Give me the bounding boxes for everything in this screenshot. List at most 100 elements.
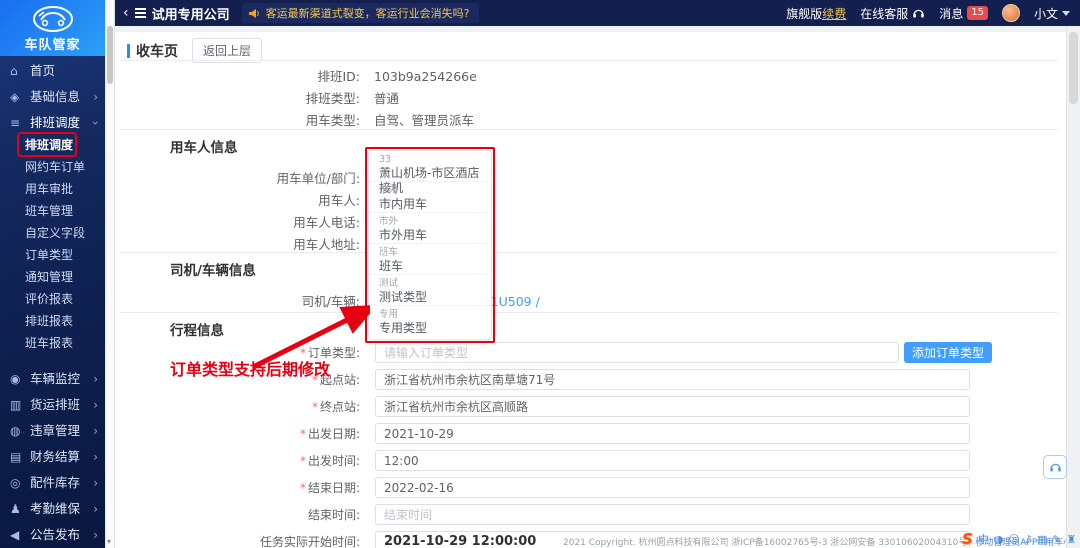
sidebar-item-vehicle-monitor[interactable]: ◉ 车辆监控 › [0, 366, 105, 392]
caret-down-icon [1062, 10, 1070, 16]
chevron-right-icon: › [93, 476, 98, 490]
depart-time-input[interactable] [375, 450, 970, 471]
sliders-icon: ≡ [10, 116, 21, 130]
depart-time-row: * 出发时间: [115, 450, 970, 471]
driver-vehicle-row: 司机/车辆: G1U509 / [301, 294, 540, 309]
sidebar-item-home[interactable]: ⌂ 首页 [0, 58, 105, 84]
chevron-right-icon: › [93, 398, 98, 412]
username: 小文 [1033, 6, 1058, 21]
submenu-item-custom-fields[interactable]: 自定义字段 [0, 222, 105, 244]
brand-name: 车队管家 [24, 38, 81, 53]
dropdown-option[interactable]: 专用 专用类型 [369, 306, 491, 337]
ime-emoji-icon[interactable]: ☺ [1008, 533, 1019, 546]
ime-handwriting-icon[interactable]: ✎ [1052, 533, 1061, 546]
submenu-item-shuttle-report[interactable]: 班车报表 [0, 332, 105, 354]
renew-link[interactable]: 续费 [822, 7, 846, 21]
dropdown-option[interactable]: 测试 测试类型 [369, 275, 491, 306]
add-order-type-button[interactable]: 添加订单类型 [904, 342, 993, 363]
schedule-id-value: 103b9a254266e [374, 69, 477, 84]
title-accent-bar [127, 43, 130, 58]
submenu-item-scheduling[interactable]: 排班调度 [0, 134, 105, 156]
chevron-right-icon: › [93, 450, 98, 464]
avatar[interactable] [1001, 4, 1020, 22]
submenu-item-order-types[interactable]: 订单类型 [0, 244, 105, 266]
online-support[interactable]: 在线客服 [860, 5, 925, 22]
sogou-logo-icon[interactable]: S [962, 530, 973, 548]
plan-label: 旗舰版 [786, 6, 823, 21]
parts-icon: ◎ [10, 476, 21, 490]
ime-skin-icon[interactable]: ♜ [1067, 533, 1077, 546]
user-menu[interactable]: 小文 [1034, 5, 1070, 22]
submenu-item-notice-mgmt[interactable]: 通知管理 [0, 266, 105, 288]
end-station-row: * 终点站: [115, 396, 970, 417]
ime-language-icon[interactable]: 中 [978, 531, 989, 547]
schedule-id-row: 排班ID: 103b9a254266e [317, 69, 477, 84]
submenu-item-schedule-report[interactable]: 排班报表 [0, 310, 105, 332]
ime-keyboard-icon[interactable]: ▦ [1037, 533, 1047, 546]
location-pin-icon: ◉ [10, 372, 21, 386]
section-trip-info: 行程信息 [170, 323, 224, 339]
user-phone-row: 用车人电话: [293, 215, 360, 230]
back-arrow-icon[interactable]: ‹ [123, 5, 129, 21]
messages[interactable]: 消息 15 [939, 5, 988, 22]
dropdown-option[interactable]: 33 萧山机场-市区酒店接机 [369, 151, 491, 195]
divider [120, 60, 1058, 61]
sidebar-item-basic-info[interactable]: ◈ 基础信息 › [0, 84, 105, 110]
scroll-down-arrow-icon[interactable]: ▾ [107, 537, 111, 546]
chevron-right-icon: › [93, 424, 98, 438]
sidebar-item-freight-schedule[interactable]: ▥ 货运排班 › [0, 392, 105, 418]
sidebar-item-scheduling[interactable]: ≡ 排班调度 › [0, 110, 105, 136]
chevron-right-icon: › [93, 90, 98, 104]
floating-support-button[interactable] [1043, 455, 1067, 479]
submenu-item-review-report[interactable]: 评价报表 [0, 288, 105, 310]
submenu-item-shuttle-mgmt[interactable]: 班车管理 [0, 200, 105, 222]
end-date-input[interactable] [375, 477, 970, 498]
page-scrollbar[interactable] [1066, 26, 1080, 548]
sidebar-item-violation-mgmt[interactable]: ◍ 违章管理 › [0, 418, 105, 444]
headset-icon [1049, 463, 1061, 472]
end-station-input[interactable] [375, 396, 970, 417]
dropdown-option[interactable]: 市外 市外用车 [369, 213, 491, 244]
app-logo: 车队管家 [0, 0, 105, 56]
user-dept-row: 用车单位/部门: [276, 171, 360, 186]
dropdown-option[interactable]: 市内 市内用车 [369, 182, 491, 213]
announcement-banner: 客运最新渠道式裂变，客运行业会消失吗? [241, 3, 480, 23]
section-user-info: 用车人信息 [170, 140, 238, 156]
submenu-item-vehicle-approval[interactable]: 用车审批 [0, 178, 105, 200]
sidebar-scrollbar[interactable]: ▾ [105, 0, 115, 548]
order-type-input[interactable] [375, 342, 899, 363]
sidebar-item-parts-inventory[interactable]: ◎ 配件库存 › [0, 470, 105, 496]
sidebar-item-attendance-maintenance[interactable]: ♟ 考勤维保 › [0, 496, 105, 522]
user-address-row: 用车人地址: [293, 237, 360, 252]
message-count-badge: 15 [967, 6, 988, 20]
announcement-text: 客运最新渠道式裂变，客运行业会消失吗? [265, 7, 470, 20]
sidebar-item-finance[interactable]: ▤ 财务结算 › [0, 444, 105, 470]
annotation-note: 订单类型支持后期修改 [170, 360, 331, 379]
sidebar-scrollbar-thumb[interactable] [107, 26, 113, 84]
end-time-input[interactable] [375, 504, 970, 525]
submenu-item-ride-hailing-orders[interactable]: 网约车订单 [0, 156, 105, 178]
plan-renew: 旗舰版续费 [786, 5, 846, 22]
org-list-icon[interactable] [134, 12, 146, 14]
megaphone-icon [248, 8, 259, 18]
ime-mode-icon[interactable]: ◑ [994, 533, 1004, 546]
depart-date-input[interactable] [375, 423, 970, 444]
divider [120, 129, 1058, 130]
headset-icon [913, 9, 924, 18]
truck-icon: ▥ [10, 398, 22, 412]
schedule-type-row: 排班类型: 普通 [305, 91, 400, 106]
ime-mic-icon[interactable]: ♪ [1025, 533, 1032, 546]
vehicle-use-type-value: 自驾、管理员派车 [374, 113, 475, 128]
copyright-text: 2021 Copyright. 杭州圆点科技有限公司 浙ICP备16002765… [563, 538, 968, 548]
home-icon: ⌂ [10, 64, 18, 78]
sidebar-item-announcement[interactable]: ◀ 公告发布 › [0, 522, 105, 548]
person-icon: ♟ [10, 502, 21, 516]
page-scrollbar-thumb[interactable] [1069, 32, 1078, 104]
start-station-input[interactable] [375, 369, 970, 390]
section-driver-info: 司机/车辆信息 [170, 263, 256, 279]
dropdown-option[interactable]: 班车 班车 [369, 244, 491, 275]
content-top-strip [115, 26, 1066, 32]
end-time-row: 结束时间: [115, 504, 970, 525]
company-name[interactable]: 试用专用公司 [152, 4, 230, 23]
divider [120, 312, 1058, 313]
